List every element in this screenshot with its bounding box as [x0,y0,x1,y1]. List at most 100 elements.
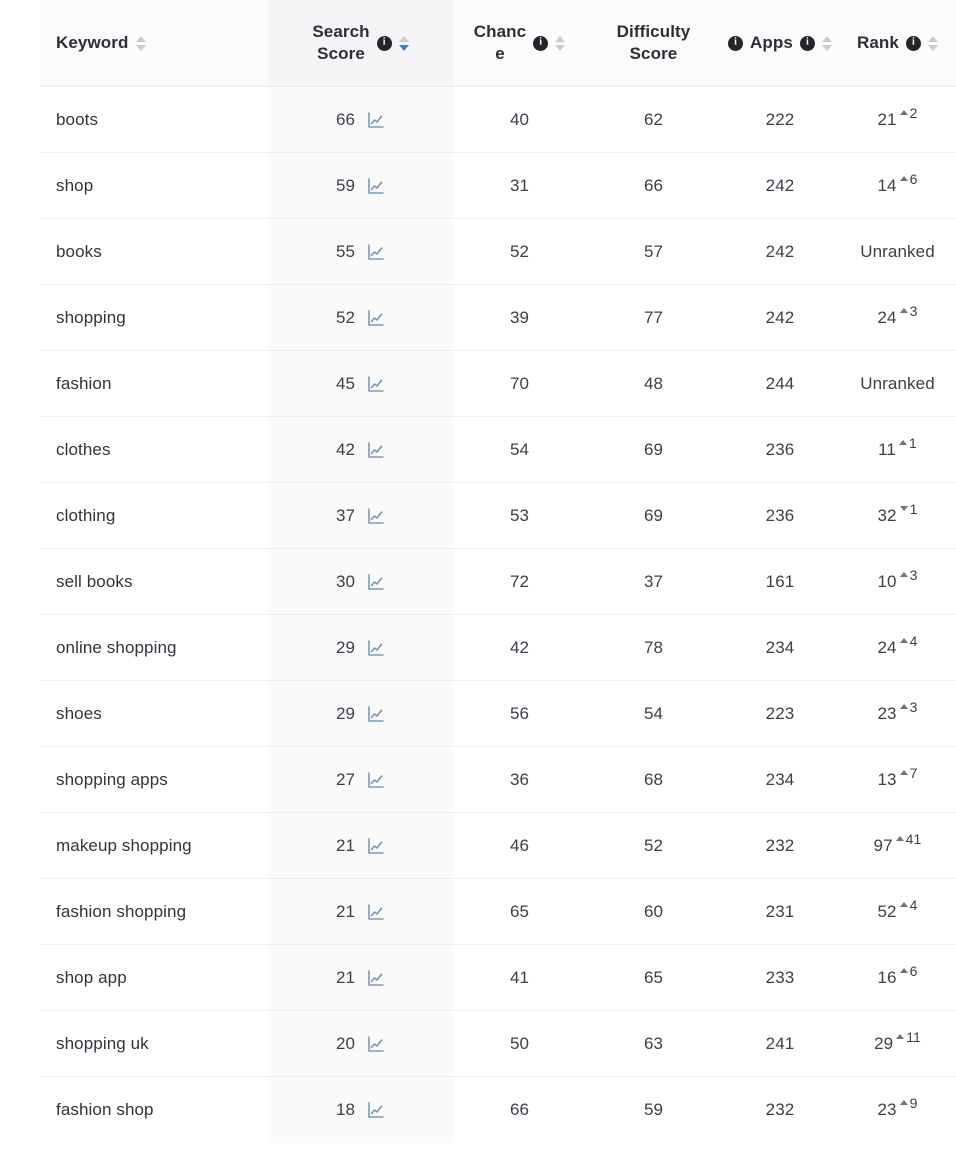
search-score-value: 45 [335,373,356,393]
sort-arrows-icon-chance[interactable] [555,35,566,51]
table-row[interactable]: online shopping 29 42 78 234 24 4 [40,614,956,681]
line-chart-icon[interactable] [367,111,385,129]
triangle-up-icon [135,35,146,42]
table-row[interactable]: shop 59 31 66 242 14 6 [40,152,956,219]
line-chart-icon[interactable] [367,507,385,525]
cell-keyword[interactable]: books [40,218,268,285]
line-chart-icon[interactable] [367,375,385,393]
cell-difficulty-score: 78 [586,614,721,681]
table-row[interactable]: sell books 30 72 37 161 10 3 [40,548,956,615]
sort-arrows-icon-rank[interactable] [927,35,938,51]
cell-keyword[interactable]: shop app [40,944,268,1011]
rank-delta: 7 [899,766,918,780]
line-chart-icon[interactable] [367,705,385,723]
rank-delta-value: 2 [909,104,918,121]
line-chart-icon[interactable] [367,639,385,657]
cell-keyword[interactable]: boots [40,86,268,153]
cell-keyword[interactable]: fashion shopping [40,878,268,945]
rank-value: 52 [877,901,897,921]
column-header-keyword[interactable]: Keyword [40,0,268,87]
sort-arrows-icon-search-score[interactable] [398,35,409,51]
rank-content: 24 4 [877,634,918,657]
info-icon-chance[interactable]: i [533,35,549,51]
line-chart-icon[interactable] [367,1101,385,1119]
table-row[interactable]: clothing 37 53 69 236 32 1 [40,482,956,549]
cell-keyword[interactable]: makeup shopping [40,812,268,879]
cell-search-score: 29 [268,680,453,747]
table-bottom-spacer [40,1142,956,1171]
triangle-up-icon [899,307,908,313]
line-chart-icon[interactable] [367,771,385,789]
table-row[interactable]: boots 66 40 62 222 21 2 [40,86,956,153]
line-chart-icon[interactable] [367,1035,385,1053]
triangle-down-icon [821,44,832,51]
rank-delta: 4 [899,634,918,648]
cell-keyword[interactable]: clothing [40,482,268,549]
sort-arrows-icon-apps[interactable] [821,35,832,51]
cell-keyword[interactable]: fashion [40,350,268,417]
cell-apps: 234 [721,614,839,681]
triangle-up-icon [821,35,832,42]
info-icon-difficulty-score[interactable]: i [728,35,744,51]
column-header-chance[interactable]: Chanc e i [453,0,586,87]
cell-keyword[interactable]: fashion shop [40,1076,268,1143]
table-row[interactable]: makeup shopping 21 46 52 232 97 41 [40,812,956,879]
cell-chance: 66 [453,1076,586,1143]
cell-keyword[interactable]: shopping apps [40,746,268,813]
cell-rank: Unranked [839,218,956,285]
cell-keyword[interactable]: online shopping [40,614,268,681]
line-chart-icon[interactable] [367,243,385,261]
line-chart-icon[interactable] [367,441,385,459]
cell-keyword[interactable]: shopping [40,284,268,351]
cell-difficulty-score: 60 [586,878,721,945]
line-chart-icon[interactable] [367,969,385,987]
column-header-apps[interactable]: i Apps i [721,0,839,87]
table-row[interactable]: books 55 52 57 242 Unranked [40,218,956,285]
line-chart-icon[interactable] [367,573,385,591]
cell-search-score: 20 [268,1010,453,1077]
cell-keyword[interactable]: sell books [40,548,268,615]
cell-keyword[interactable]: shopping uk [40,1010,268,1077]
table-row[interactable]: shoes 29 56 54 223 23 3 [40,680,956,747]
column-header-difficulty-score[interactable]: Difficulty Score [586,0,721,87]
cell-keyword[interactable]: shoes [40,680,268,747]
info-icon-rank[interactable]: i [905,35,921,51]
cell-search-score: 52 [268,284,453,351]
rank-delta: 9 [899,1096,918,1110]
cell-keyword[interactable]: shop [40,152,268,219]
rank-content: 10 3 [878,568,918,590]
rank-delta-value: 11 [906,1028,921,1045]
table-row[interactable]: shopping apps 27 36 68 234 13 7 [40,746,956,813]
line-chart-icon[interactable] [367,903,385,921]
rank-value: 16 [877,967,897,987]
search-score-value: 30 [335,571,356,591]
table-row[interactable]: shopping uk 20 50 63 241 29 11 [40,1010,956,1077]
cell-chance: 70 [453,350,586,417]
table-row[interactable]: clothes 42 54 69 236 11 1 [40,416,956,483]
column-header-search-score[interactable]: Search Score i [268,0,453,87]
cell-apps: 231 [721,878,839,945]
table-row[interactable]: fashion shop 18 66 59 232 23 9 [40,1076,956,1143]
cell-chance: 39 [453,284,586,351]
cell-keyword[interactable]: clothes [40,416,268,483]
rank-value: 14 [877,175,897,195]
triangle-up-icon [927,35,938,42]
rank-unranked-label: Unranked [860,241,935,261]
line-chart-icon[interactable] [367,309,385,327]
triangle-down-icon [899,505,908,511]
info-icon-search-score[interactable]: i [376,35,392,51]
cell-chance: 53 [453,482,586,549]
column-header-rank[interactable]: Rank i [839,0,956,87]
search-score-value: 42 [335,439,356,459]
line-chart-icon[interactable] [367,837,385,855]
table-row[interactable]: shop app 21 41 65 233 16 6 [40,944,956,1011]
table-row[interactable]: shopping 52 39 77 242 24 3 [40,284,956,351]
table-row[interactable]: fashion shopping 21 65 60 231 52 4 [40,878,956,945]
triangle-down-icon [135,44,146,51]
sort-arrows-icon-keyword[interactable] [135,35,146,51]
info-icon-apps[interactable]: i [799,35,815,51]
table-row[interactable]: fashion 45 70 48 244 Unranked [40,350,956,417]
rank-value: 24 [877,637,897,657]
search-score-value: 29 [335,637,356,657]
line-chart-icon[interactable] [367,177,385,195]
